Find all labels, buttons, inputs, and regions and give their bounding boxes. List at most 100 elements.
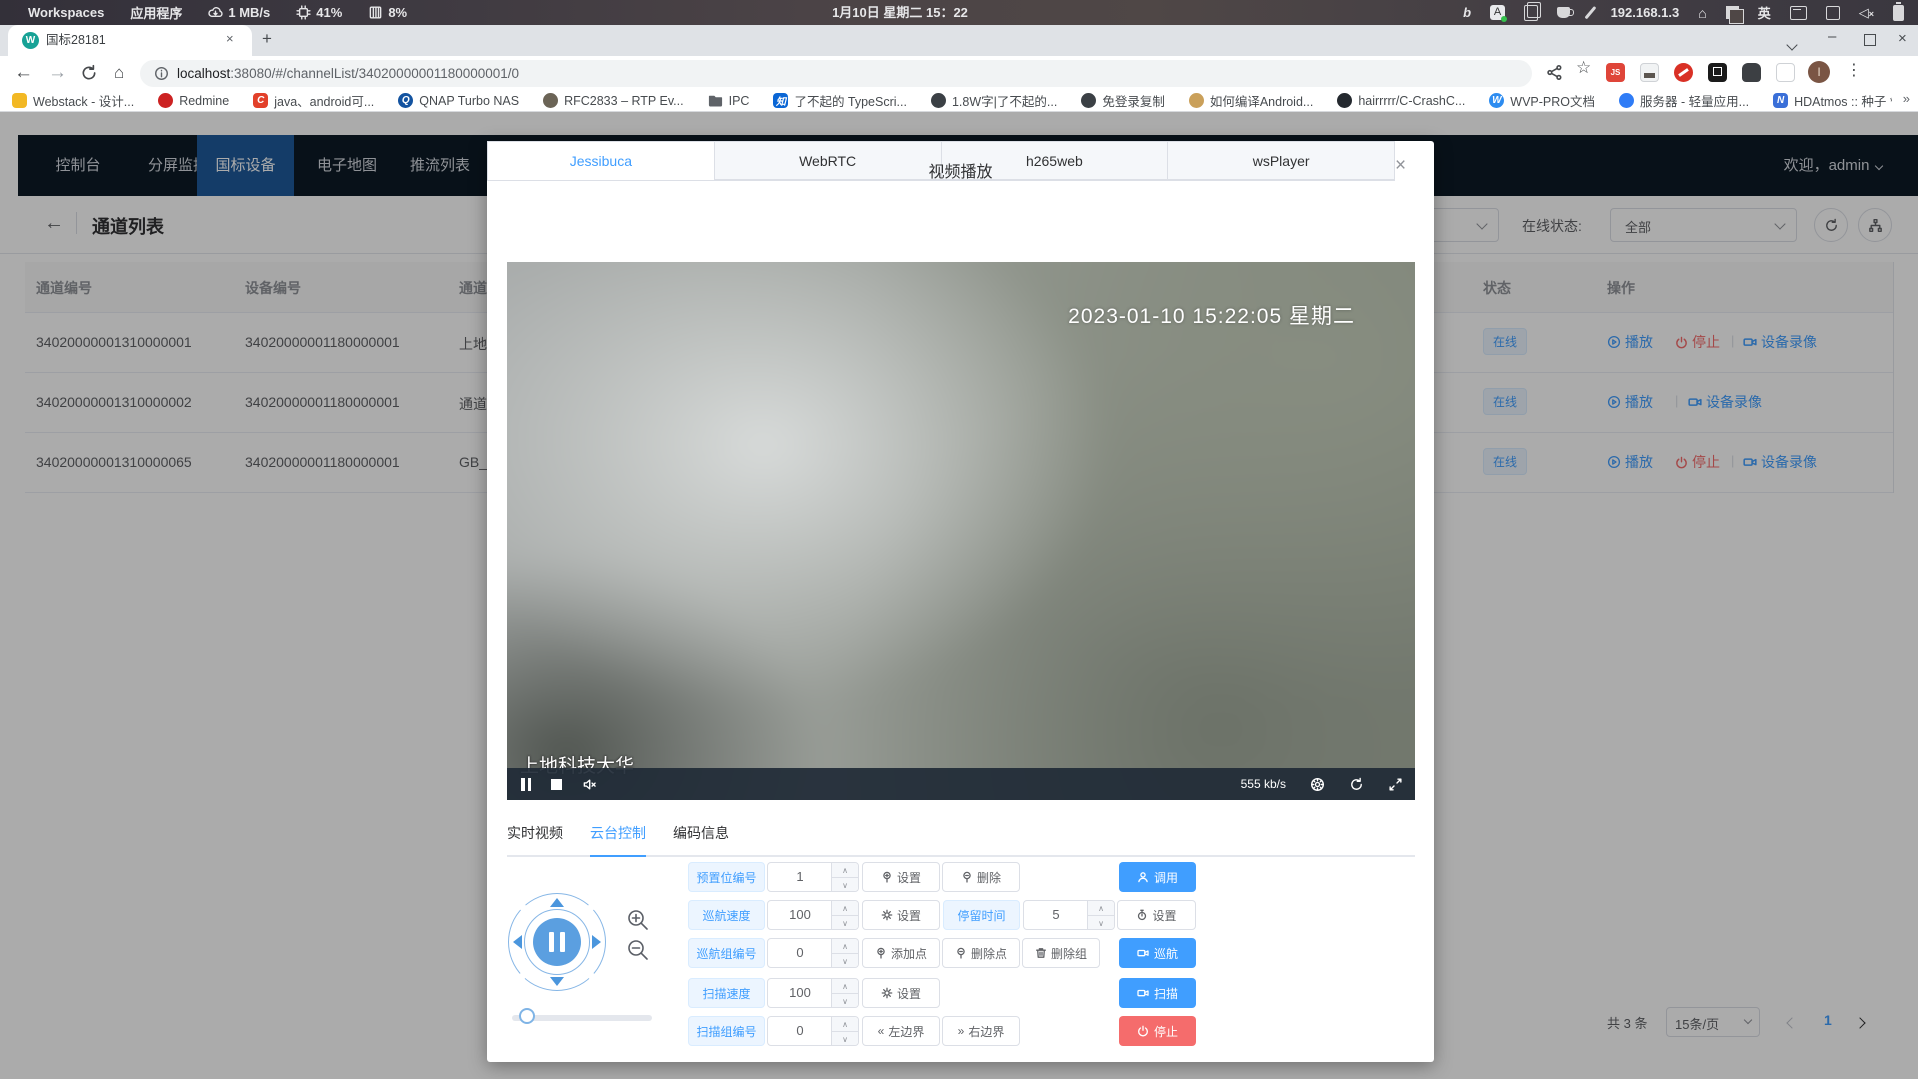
player-settings-icon[interactable] bbox=[1310, 777, 1325, 792]
window-close-button[interactable]: × bbox=[1898, 30, 1907, 47]
left-border-button[interactable]: «左边界 bbox=[862, 1016, 940, 1046]
back-button[interactable]: ← bbox=[14, 56, 33, 90]
number-stepper[interactable]: ∧∨ bbox=[831, 979, 858, 1007]
cruise-speed-input[interactable]: 100 ∧∨ bbox=[767, 900, 859, 930]
cruise-button[interactable]: 巡航 bbox=[1119, 938, 1196, 968]
workspaces-button[interactable]: Workspaces bbox=[22, 0, 110, 25]
number-stepper[interactable]: ∧∨ bbox=[831, 901, 858, 929]
subtab-ptz-control[interactable]: 云台控制 bbox=[590, 823, 646, 843]
slider-handle[interactable] bbox=[519, 1008, 535, 1024]
player-refresh-icon[interactable] bbox=[1349, 777, 1364, 792]
number-stepper[interactable]: ∧∨ bbox=[831, 939, 858, 967]
bookmark-item[interactable]: WWVP-PRO文档 bbox=[1489, 91, 1595, 110]
right-border-button[interactable]: »右边界 bbox=[942, 1016, 1020, 1046]
tray-ip-address[interactable]: 192.168.1.3 bbox=[1611, 5, 1680, 20]
ptz-center-pause-button[interactable] bbox=[533, 918, 581, 966]
extension-blank-icon[interactable] bbox=[1776, 63, 1795, 82]
bookmark-item[interactable]: 服务器 - 轻量应用... bbox=[1619, 91, 1749, 110]
tray-home-icon[interactable]: ⌂ bbox=[1698, 5, 1706, 21]
memory-indicator[interactable]: 8% bbox=[362, 0, 413, 25]
number-stepper[interactable]: ∧∨ bbox=[831, 1017, 858, 1045]
cruise-group-input[interactable]: 0 ∧∨ bbox=[767, 938, 859, 968]
extension-wallet-icon[interactable] bbox=[1640, 63, 1659, 82]
cruise-speed-set-button[interactable]: 设置 bbox=[862, 900, 940, 930]
bookmark-item[interactable]: 1.8W字|了不起的... bbox=[931, 91, 1057, 110]
bookmark-item[interactable]: QQNAP Turbo NAS bbox=[398, 93, 519, 108]
number-stepper[interactable]: ∧∨ bbox=[831, 863, 858, 891]
delete-point-button[interactable]: 删除点 bbox=[942, 938, 1020, 968]
profile-avatar[interactable]: I bbox=[1808, 61, 1830, 83]
bookmark-star-icon[interactable]: ☆ bbox=[1576, 58, 1591, 78]
stay-time-set-button[interactable]: 设置 bbox=[1117, 900, 1196, 930]
window-minimize-button[interactable]: – bbox=[1828, 28, 1836, 45]
window-restore-button[interactable] bbox=[1864, 34, 1876, 46]
delete-group-button[interactable]: 删除组 bbox=[1022, 938, 1100, 968]
reload-button[interactable] bbox=[80, 64, 98, 87]
bookmark-item[interactable]: Cjava、android可... bbox=[253, 91, 374, 110]
preset-call-button[interactable]: 调用 bbox=[1119, 862, 1196, 892]
stop-button[interactable] bbox=[551, 779, 562, 790]
bookmark-item[interactable]: 知了不起的 TypeScri... bbox=[773, 91, 907, 110]
site-info-icon[interactable] bbox=[154, 66, 169, 81]
mute-icon[interactable] bbox=[582, 777, 597, 792]
bookmark-item[interactable]: hairrrrr/C-CrashC... bbox=[1337, 93, 1465, 108]
subtab-codec-info[interactable]: 编码信息 bbox=[673, 823, 729, 843]
dialog-close-icon[interactable]: × bbox=[1395, 155, 1406, 177]
tray-volume-icon[interactable]: ◁× bbox=[1859, 5, 1874, 21]
pause-button[interactable] bbox=[521, 778, 531, 791]
tray-workspace-icon[interactable] bbox=[1726, 6, 1739, 19]
tray-translate-icon[interactable]: A bbox=[1490, 5, 1505, 20]
tray-pen-icon[interactable] bbox=[1585, 6, 1597, 19]
new-tab-button[interactable]: + bbox=[262, 29, 272, 49]
tray-clipboard-icon[interactable] bbox=[1524, 5, 1538, 21]
preset-delete-button[interactable]: 删除 bbox=[942, 862, 1020, 892]
ptz-down-button[interactable] bbox=[550, 977, 564, 986]
scan-group-input[interactable]: 0 ∧∨ bbox=[767, 1016, 859, 1046]
tray-screen-icon[interactable] bbox=[1826, 6, 1840, 20]
bookmark-item[interactable]: RFC2833 – RTP Ev... bbox=[543, 93, 684, 108]
home-button[interactable]: ⌂ bbox=[114, 56, 124, 90]
tray-keyboard-icon[interactable] bbox=[1790, 6, 1807, 20]
preset-number-input[interactable]: 1 ∧∨ bbox=[767, 862, 859, 892]
tray-coffee-icon[interactable] bbox=[1557, 7, 1570, 18]
extension-frame-icon[interactable] bbox=[1708, 63, 1727, 82]
bookmark-item[interactable]: 如何编译Android... bbox=[1189, 91, 1314, 110]
forward-button[interactable]: → bbox=[48, 56, 67, 90]
video-canvas[interactable]: 2023-01-10 15:22:05 星期二 上地科技大华 555 kb/s bbox=[507, 262, 1415, 800]
bookmarks-overflow-chevron[interactable]: » bbox=[1903, 91, 1910, 106]
scan-speed-set-button[interactable]: 设置 bbox=[862, 978, 940, 1008]
browser-tab[interactable] bbox=[8, 25, 252, 56]
fullscreen-icon[interactable] bbox=[1388, 777, 1403, 792]
scan-button[interactable]: 扫描 bbox=[1119, 978, 1196, 1008]
tray-bing-icon[interactable]: b bbox=[1463, 5, 1471, 20]
bookmark-item[interactable]: NHDAtmos :: 种子 *... bbox=[1773, 91, 1892, 110]
applications-button[interactable]: 应用程序 bbox=[124, 0, 188, 25]
ptz-stop-button[interactable]: 停止 bbox=[1119, 1016, 1196, 1046]
zoom-out-button[interactable] bbox=[626, 938, 650, 967]
cpu-indicator[interactable]: 41% bbox=[290, 0, 348, 25]
zoom-in-button[interactable] bbox=[626, 908, 650, 937]
ptz-right-button[interactable] bbox=[592, 935, 601, 949]
bookmark-folder[interactable]: IPC bbox=[708, 93, 750, 108]
ptz-up-button[interactable] bbox=[550, 898, 564, 907]
extension-blocker-icon[interactable] bbox=[1674, 63, 1693, 82]
bookmark-item[interactable]: Redmine bbox=[158, 93, 229, 108]
extension-paw-icon[interactable] bbox=[1742, 63, 1761, 82]
subtab-live-video[interactable]: 实时视频 bbox=[507, 823, 563, 843]
tray-input-method[interactable]: 英 bbox=[1758, 3, 1771, 22]
share-icon[interactable] bbox=[1546, 64, 1563, 86]
preset-set-button[interactable]: 设置 bbox=[862, 862, 940, 892]
add-point-button[interactable]: 添加点 bbox=[862, 938, 940, 968]
browser-menu-icon[interactable]: ⋮ bbox=[1846, 60, 1862, 80]
scan-speed-input[interactable]: 100 ∧∨ bbox=[767, 978, 859, 1008]
number-stepper[interactable]: ∧∨ bbox=[1087, 901, 1114, 929]
tab-search-icon[interactable] bbox=[1788, 36, 1796, 54]
address-bar[interactable]: localhost:38080/#/channelList/3402000000… bbox=[140, 60, 1532, 87]
bookmark-item[interactable]: Webstack - 设计... bbox=[12, 91, 134, 110]
bookmark-item[interactable]: 免登录复制 bbox=[1081, 91, 1165, 110]
tray-battery-icon[interactable] bbox=[1893, 5, 1904, 21]
network-speed-indicator[interactable]: 1 MB/s bbox=[202, 0, 276, 25]
ptz-left-button[interactable] bbox=[513, 935, 522, 949]
extension-js-icon[interactable]: JS bbox=[1606, 63, 1625, 82]
tab-close-icon[interactable]: × bbox=[226, 31, 234, 46]
